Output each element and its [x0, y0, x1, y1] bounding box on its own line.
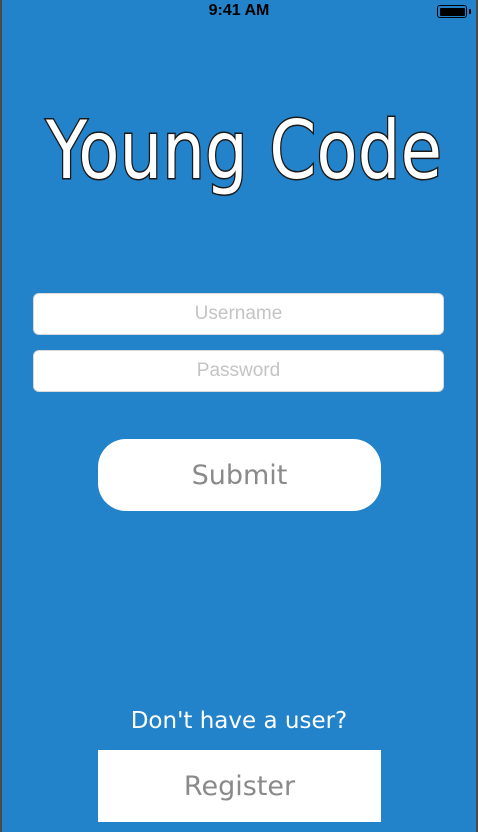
battery-tip: [469, 9, 471, 14]
battery-full-icon: [437, 5, 467, 18]
register-prompt: Don't have a user?: [130, 708, 348, 734]
battery-fill: [439, 7, 465, 16]
username-input[interactable]: [33, 293, 444, 335]
submit-button[interactable]: Submit: [98, 439, 381, 511]
login-screen: 9:41 AM Young Code Submit Don't have a u…: [2, 0, 476, 832]
status-time: 9:41 AM: [208, 2, 270, 19]
app-logo-text: Young Code: [45, 104, 442, 197]
register-button[interactable]: Register: [98, 750, 381, 822]
app-logo: Young Code: [44, 103, 444, 199]
password-input[interactable]: [33, 350, 444, 392]
status-bar: 9:41 AM: [2, 0, 476, 24]
